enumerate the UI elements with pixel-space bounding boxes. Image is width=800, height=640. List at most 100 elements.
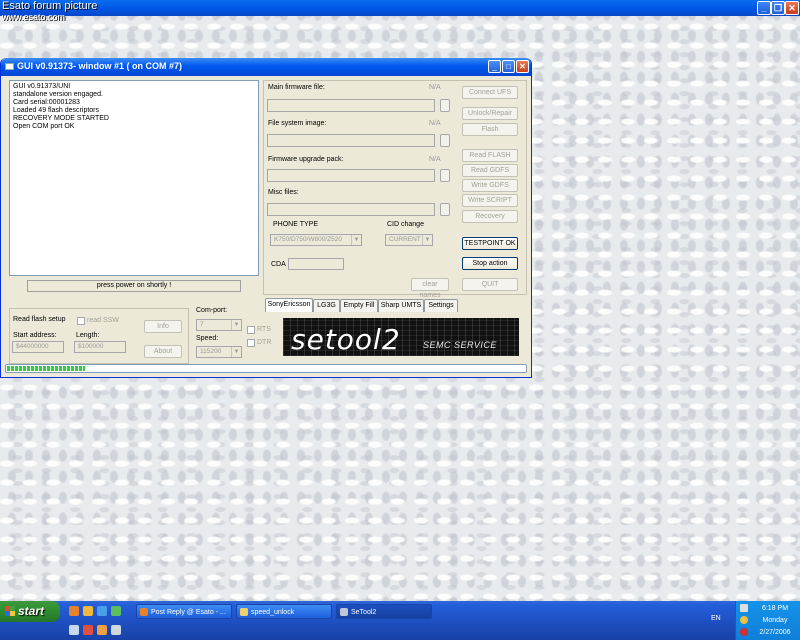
security-icon[interactable]: [740, 628, 748, 636]
file-system-field[interactable]: [267, 134, 435, 147]
recovery-button[interactable]: Recovery: [462, 210, 518, 223]
messenger-icon[interactable]: [111, 606, 121, 616]
main-firmware-label: Main firmware file:: [268, 84, 325, 91]
forum-url: www.esato.com: [2, 12, 66, 22]
clock-date: 2/27/2006: [759, 629, 791, 636]
outer-restore-button[interactable]: ❐: [771, 1, 785, 15]
read-flash-button[interactable]: Read FLASH: [462, 149, 518, 162]
language-indicator[interactable]: EN: [711, 615, 721, 622]
about-button[interactable]: About: [144, 345, 182, 358]
network-icon[interactable]: [740, 604, 748, 612]
maximize-icon: □: [506, 62, 511, 71]
dtr-checkbox[interactable]: [247, 339, 255, 347]
clock-time[interactable]: 6:18 PM: [750, 605, 800, 612]
file-system-label: File system image:: [268, 120, 327, 127]
app-close-button[interactable]: ✕: [516, 60, 529, 73]
clear-names-button[interactable]: clear names: [411, 278, 449, 299]
cda-field[interactable]: [288, 258, 344, 270]
cid-select[interactable]: CURRENT ▼: [385, 234, 433, 246]
firefox-icon: [140, 608, 148, 616]
phone-type-value: K750/D750/W800/Z520: [274, 236, 342, 243]
minimize-icon: _: [761, 3, 767, 13]
start-address-field[interactable]: $44000000: [12, 341, 64, 353]
cid-change-label: CID change: [387, 221, 424, 228]
length-field[interactable]: $100000: [74, 341, 126, 353]
stop-action-button[interactable]: Stop action: [462, 257, 518, 270]
status-message: press power on shortly !: [27, 280, 241, 292]
cda-label: CDA: [271, 261, 286, 268]
chevron-down-icon: ▼: [351, 235, 361, 245]
chevron-down-icon: ▼: [422, 235, 432, 245]
clock-day: Monday: [762, 617, 788, 624]
app-icon-3[interactable]: [97, 625, 107, 635]
info-button[interactable]: Info: [144, 320, 182, 333]
outer-minimize-button[interactable]: _: [757, 1, 771, 15]
close-icon: ✕: [788, 3, 796, 13]
task-post-reply[interactable]: Post Reply @ Esato - ...: [136, 604, 232, 619]
setool2-banner: setool2 SEMC SERVICE: [283, 318, 519, 356]
app-maximize-button[interactable]: □: [502, 60, 515, 73]
log-output[interactable]: GUI v0.91373/UNI standalone version enga…: [9, 80, 259, 276]
task-label: Post Reply @ Esato - ...: [151, 609, 226, 616]
com-port-value: 7: [200, 321, 204, 328]
folder-icon: [240, 608, 248, 616]
speed-select[interactable]: 115200 ▼: [196, 346, 242, 358]
unlock-repair-button[interactable]: Unlock/Repair: [462, 107, 518, 120]
write-script-button[interactable]: Write SCRIPT: [462, 194, 518, 207]
misc-files-label: Misc files:: [268, 189, 299, 196]
speed-value: 115200: [200, 348, 222, 355]
tab-lg3g[interactable]: LG3G: [313, 299, 340, 312]
read-gdfs-button[interactable]: Read GDFS: [462, 164, 518, 177]
misc-files-field[interactable]: [267, 203, 435, 216]
outer-close-button[interactable]: ✕: [785, 1, 799, 15]
testpoint-ok-button[interactable]: TESTPOINT OK: [462, 237, 518, 250]
main-firmware-browse-button[interactable]: [440, 99, 450, 112]
minimize-icon: _: [492, 62, 497, 71]
read-ssw-checkbox[interactable]: [77, 317, 85, 325]
browser-icon[interactable]: [83, 606, 93, 616]
com-port-select[interactable]: 7 ▼: [196, 319, 242, 331]
read-flash-setup-title: Read flash setup: [13, 316, 66, 323]
chevron-down-icon: ▼: [231, 347, 241, 357]
file-system-browse-button[interactable]: [440, 134, 450, 147]
file-system-na: N/A: [429, 120, 441, 127]
rts-label: RTS: [257, 326, 271, 333]
quit-button[interactable]: QUIT: [462, 278, 518, 291]
app-minimize-button[interactable]: _: [488, 60, 501, 73]
chevron-down-icon: ▼: [231, 320, 241, 330]
progress-fill: [7, 366, 85, 371]
tab-settings[interactable]: Settings: [424, 299, 458, 312]
app-icon-2[interactable]: [83, 625, 93, 635]
dtr-label: DTR: [257, 339, 272, 346]
tab-sharp-umts[interactable]: Sharp UMTS: [378, 299, 424, 312]
main-firmware-na: N/A: [429, 84, 441, 91]
upgrade-pack-field[interactable]: [267, 169, 435, 182]
upgrade-pack-na: N/A: [429, 156, 441, 163]
tab-sonyericsson[interactable]: SonyEricsson: [265, 298, 313, 312]
upgrade-pack-browse-button[interactable]: [440, 169, 450, 182]
task-speed-unlock[interactable]: speed_unlock: [236, 604, 332, 619]
start-address-label: Start address:: [13, 332, 57, 339]
task-setool2[interactable]: SeTool2: [336, 604, 432, 619]
tab-empty-fill[interactable]: Empty Fill: [340, 299, 378, 312]
setool-icon: [340, 608, 348, 616]
speed-label: Speed:: [196, 335, 219, 342]
read-ssw-label: read SSW: [87, 317, 119, 324]
tray-app-icon[interactable]: [740, 616, 748, 624]
forum-picture-title: Esato forum picture: [2, 0, 98, 12]
app-icon-4[interactable]: [111, 625, 121, 635]
misc-files-browse-button[interactable]: [440, 203, 450, 216]
write-gdfs-button[interactable]: Write GDFS: [462, 179, 518, 192]
semc-service-text: SEMC SERVICE: [423, 340, 497, 350]
main-firmware-field[interactable]: [267, 99, 435, 112]
ie-icon[interactable]: [97, 606, 107, 616]
rts-checkbox[interactable]: [247, 326, 255, 334]
connect-ufs-button[interactable]: Connect UFS: [462, 86, 518, 99]
app-icon-1[interactable]: [69, 625, 79, 635]
app-title: GUI v0.91373- window #1 ( on COM #7): [17, 61, 183, 71]
phone-type-select[interactable]: K750/D750/W800/Z520 ▼: [270, 234, 362, 246]
firefox-icon[interactable]: [69, 606, 79, 616]
flash-button[interactable]: Flash: [462, 123, 518, 136]
task-label: SeTool2: [351, 609, 377, 616]
window-icon: [5, 63, 14, 70]
